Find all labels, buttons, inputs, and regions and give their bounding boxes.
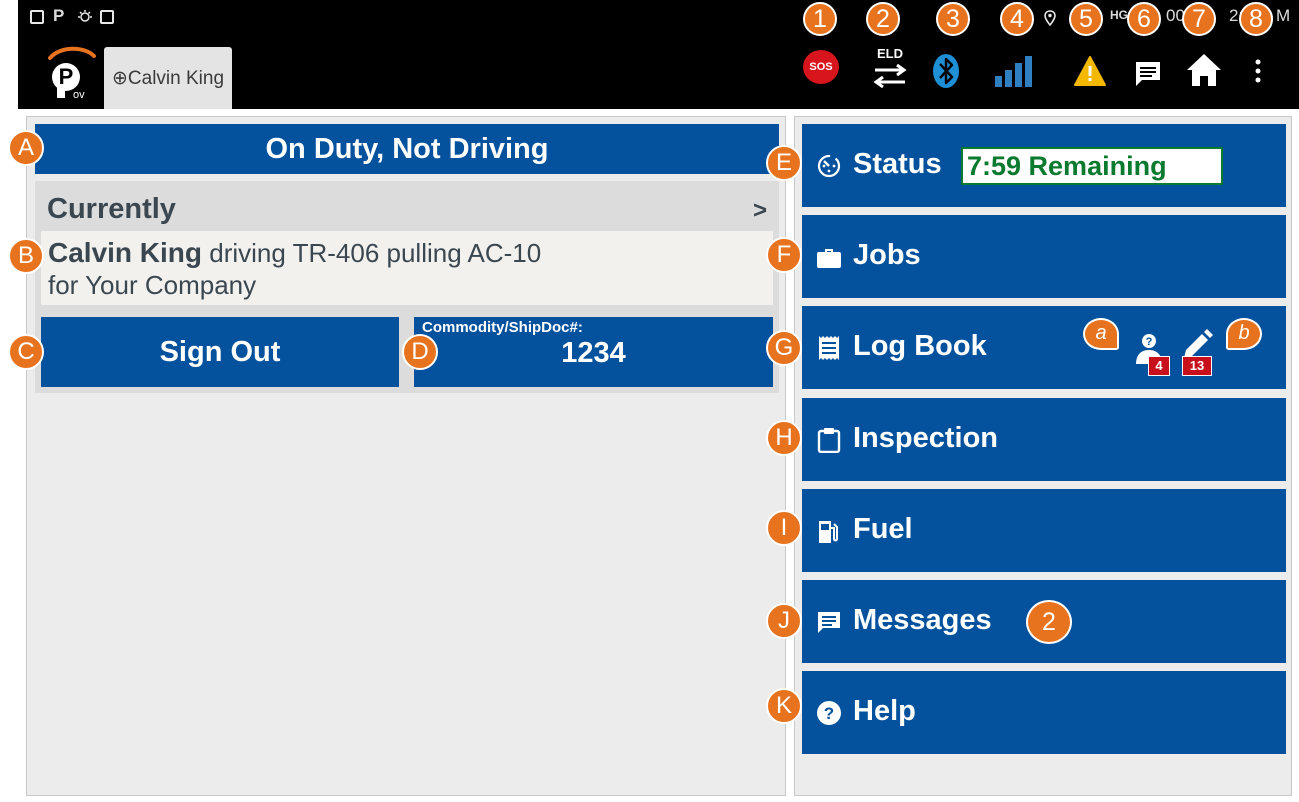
weather-icon	[78, 10, 92, 22]
callout-a-lower: a	[1083, 318, 1119, 350]
driver-info: Calvin King driving TR-406 pulling AC-10…	[41, 231, 773, 305]
app-logo: P ov	[48, 46, 96, 100]
message-icon	[818, 612, 840, 633]
commodity-label: Commodity/ShipDoc#:	[422, 319, 583, 336]
company-line: for Your Company	[48, 270, 257, 300]
callout-e-upper: E	[766, 145, 802, 181]
clock-ampm-partial: M	[1276, 6, 1291, 25]
callout-4: 4	[1000, 2, 1034, 36]
sos-button[interactable]: SOS	[803, 50, 839, 84]
fuel-pump-icon	[819, 521, 838, 543]
chat-icon[interactable]	[1133, 60, 1163, 88]
commodity-button[interactable]: Commodity/ShipDoc#: 1234	[414, 317, 773, 387]
callout-b-lower: b	[1226, 318, 1262, 350]
network-type-text: HG	[1110, 8, 1128, 22]
commodity-value: 1234	[561, 337, 626, 369]
callout-6: 6	[1127, 2, 1161, 36]
eld-button[interactable]: ELD	[870, 46, 910, 92]
driver-tab[interactable]: ⊕Calvin King	[104, 47, 232, 109]
edits-count-badge: 13	[1182, 356, 1212, 376]
inspection-button[interactable]: Inspection	[802, 398, 1286, 481]
unread-messages-count: 2	[1026, 600, 1072, 644]
messages-label: Messages	[853, 604, 992, 636]
location-pin-icon	[1044, 10, 1056, 26]
warning-icon[interactable]	[1073, 55, 1107, 87]
logbook-button[interactable]: Log Book ? 4 13	[802, 306, 1286, 389]
status-label: Status	[853, 148, 942, 180]
help-button[interactable]: ? Help	[802, 671, 1286, 754]
callout-7: 7	[1182, 2, 1216, 36]
unassigned-count-badge: 4	[1148, 356, 1170, 376]
right-panel: Status 7:59 Remaining Jobs Log Book ? 4 …	[794, 116, 1292, 796]
eld-transfer-icon	[873, 64, 907, 88]
callout-8: 8	[1239, 2, 1273, 36]
callout-c-upper: C	[8, 334, 44, 370]
callout-3: 3	[936, 2, 970, 36]
callout-a-upper: A	[8, 130, 44, 166]
timer-icon	[817, 154, 841, 178]
duty-status-button[interactable]: On Duty, Not Driving	[35, 124, 779, 174]
left-panel: On Duty, Not Driving Currently > Calvin …	[26, 116, 786, 796]
svg-text:ov: ov	[73, 89, 85, 100]
currently-arrow[interactable]: >	[753, 197, 767, 225]
callout-f-upper: F	[766, 237, 802, 273]
inspection-label: Inspection	[853, 422, 999, 454]
svg-text:P: P	[59, 64, 74, 89]
callout-h-upper: H	[766, 420, 802, 456]
eld-label: ELD	[877, 46, 903, 61]
callout-d-upper: D	[402, 334, 438, 370]
callout-i-upper: I	[766, 510, 802, 546]
jobs-button[interactable]: Jobs	[802, 215, 1286, 298]
home-icon[interactable]	[1185, 52, 1223, 88]
notification-square-icon	[30, 10, 44, 24]
briefcase-icon	[817, 249, 841, 268]
clipboard-icon	[817, 428, 841, 453]
fuel-label: Fuel	[853, 513, 913, 545]
notification-p-icon: P	[53, 6, 65, 25]
logbook-indicators: ? 4 13	[1122, 324, 1232, 376]
help-circle-icon: ?	[817, 701, 841, 725]
callout-j-upper: J	[766, 603, 802, 639]
screenshot-square-icon	[100, 10, 114, 24]
logbook-label: Log Book	[853, 330, 987, 362]
driver-detail: driving TR-406 pulling AC-10	[209, 238, 542, 268]
help-label: Help	[853, 695, 916, 727]
svg-text:?: ?	[1146, 336, 1153, 348]
driver-name: Calvin King	[48, 237, 203, 268]
callout-k-upper: K	[766, 688, 802, 724]
messages-button[interactable]: Messages 2	[802, 580, 1286, 663]
sign-out-button[interactable]: Sign Out	[41, 317, 399, 387]
signal-bars-icon[interactable]	[993, 54, 1037, 88]
callout-g-upper: G	[766, 330, 802, 366]
hours-remaining: 7:59 Remaining	[961, 147, 1223, 185]
svg-text:?: ?	[824, 704, 834, 723]
callout-1: 1	[803, 2, 837, 36]
callout-b-upper: B	[8, 238, 44, 274]
currently-label: Currently	[47, 193, 176, 225]
bluetooth-icon[interactable]	[931, 53, 961, 89]
jobs-label: Jobs	[853, 239, 921, 271]
status-button[interactable]: Status 7:59 Remaining	[802, 124, 1286, 207]
app-root: P HG 00 2: M P ov ⊕Calvin King SOS ELD 1…	[0, 0, 1299, 802]
kebab-menu-icon[interactable]	[1254, 58, 1262, 84]
top-bar: P HG 00 2: M P ov ⊕Calvin King SOS ELD	[18, 0, 1299, 109]
fuel-button[interactable]: Fuel	[802, 489, 1286, 572]
callout-2: 2	[866, 2, 900, 36]
receipt-icon	[819, 336, 839, 360]
callout-5: 5	[1069, 2, 1103, 36]
